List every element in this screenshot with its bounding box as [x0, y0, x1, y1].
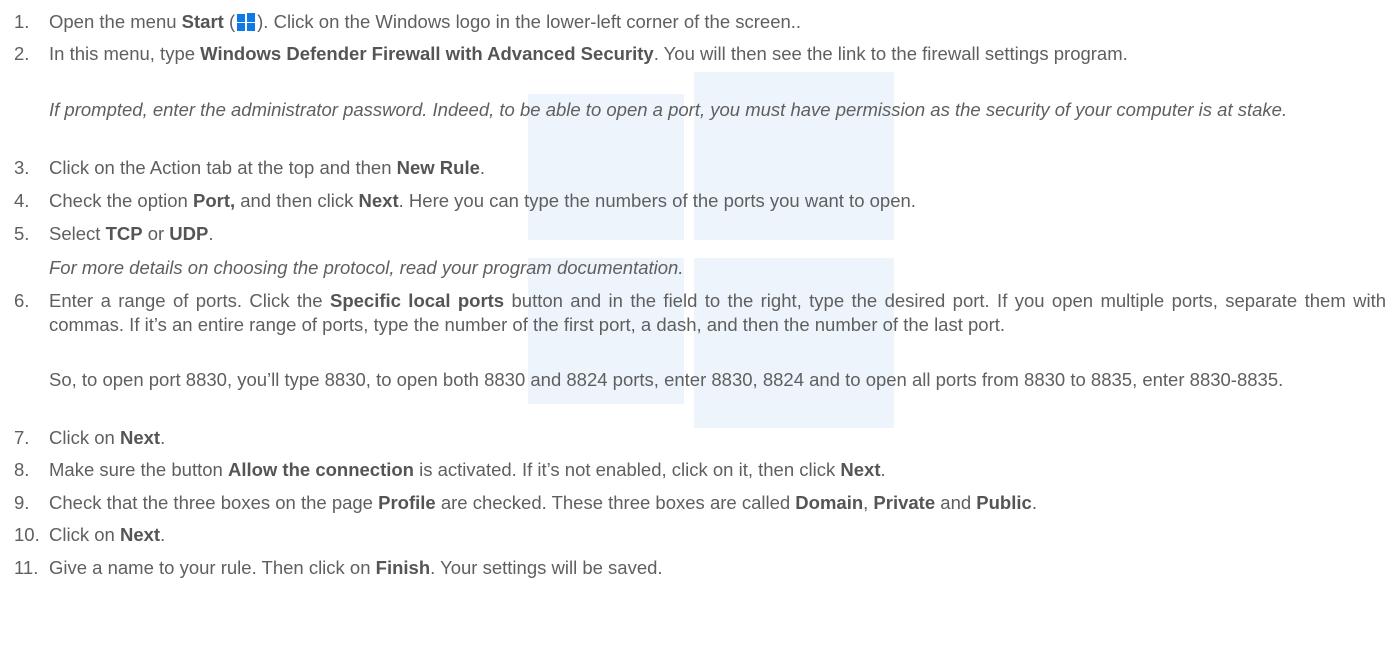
bold-term: Next — [119, 427, 161, 448]
step-8: 8. Make sure the button Allow the connec… — [14, 458, 1386, 482]
step-text-run: and then click — [235, 190, 359, 211]
bold-term: TCP — [105, 223, 143, 244]
step-text-run: Select — [49, 223, 106, 244]
step-number: 1. — [14, 11, 30, 32]
bold-term: New Rule — [396, 157, 480, 178]
bold-term: Port, — [192, 190, 236, 211]
step-number: 10. — [14, 524, 40, 545]
bold-term: Next — [840, 459, 881, 480]
step-number: 8. — [14, 459, 30, 480]
step-text: Select TCP or UDP. — [49, 222, 1386, 246]
step-10: 10. Click on Next. — [14, 523, 1386, 547]
step-text-run: Give a name to your rule. Then click on — [49, 557, 376, 578]
step-text-run: . — [1031, 492, 1037, 513]
bold-term: Allow the connection — [227, 459, 414, 480]
step-number: 7. — [14, 427, 30, 448]
bold-term: Next — [119, 524, 161, 545]
bold-term: Profile — [378, 492, 436, 513]
step-text-run: or — [142, 223, 170, 244]
step-text-run: . You will then see the link to the fire… — [653, 43, 1128, 64]
step-text-run: . — [160, 524, 166, 545]
step-number: 6. — [14, 290, 30, 311]
step-5: 5. Select TCP or UDP. — [14, 222, 1386, 246]
step-number: 2. — [14, 43, 30, 64]
bold-term: Specific local ports — [329, 290, 505, 311]
note-protocol: For more details on choosing the protoco… — [49, 257, 684, 278]
step-number: 9. — [14, 492, 30, 513]
step-text-run: . — [160, 427, 166, 448]
step-text: Give a name to your rule. Then click on … — [49, 556, 1386, 580]
step-text: Click on Next. — [49, 523, 1386, 547]
step-text: Check the option Port, and then click Ne… — [49, 189, 1386, 213]
step-text-run: In this menu, type — [49, 43, 201, 64]
step-text-run: ). Click on the Windows logo in the lowe… — [257, 11, 802, 32]
step-text-run: is activated. If it’s not enabled, click… — [413, 459, 841, 480]
step-number: 4. — [14, 190, 30, 211]
step-text: Check that the three boxes on the page P… — [49, 491, 1386, 515]
step-1: 1. Open the menu Start ( ). Click on the … — [14, 10, 1386, 34]
step-text-run: Check the option — [49, 190, 193, 211]
bold-term: Public — [976, 492, 1032, 513]
step-text-run: Enter a range of ports. Click the — [49, 290, 330, 311]
step-text: Open the menu Start ( ). Click on the Win… — [49, 10, 1386, 34]
step-text-run: . Here you can type the numbers of the p… — [398, 190, 916, 211]
step-text: In this menu, type Windows Defender Fire… — [49, 42, 1386, 66]
bold-term: Windows Defender Firewall with Advanced … — [200, 43, 654, 64]
step-6: 6. Enter a range of ports. Click the Spe… — [14, 289, 1386, 337]
step-text-run: Click on the Action tab at the top and t… — [49, 157, 397, 178]
step-text-run: , — [863, 492, 874, 513]
step-text-run: . — [880, 459, 886, 480]
step-text-run: Make sure the button — [49, 459, 228, 480]
step-3: 3. Click on the Action tab at the top an… — [14, 156, 1386, 180]
bold-term: Domain — [795, 492, 864, 513]
step-2: 2. In this menu, type Windows Defender F… — [14, 42, 1386, 66]
step-4: 4. Check the option Port, and then click… — [14, 189, 1386, 213]
step-text-run: . — [208, 223, 214, 244]
step-text-run: are checked. These three boxes are calle… — [435, 492, 796, 513]
bold-term: Private — [873, 492, 936, 513]
windows-logo-icon — [237, 13, 256, 31]
bold-term: Finish — [375, 557, 431, 578]
note-port-example: So, to open port 8830, you’ll type 8830,… — [49, 369, 1284, 390]
step-text: Click on the Action tab at the top and t… — [49, 156, 1386, 180]
step-text-run: . Your settings will be saved. — [430, 557, 663, 578]
step-text-run: Check that the three boxes on the page — [49, 492, 379, 513]
step-text: Enter a range of ports. Click the Specif… — [49, 289, 1386, 337]
step-text-run: ( — [223, 11, 236, 32]
step-text-run: Click on — [49, 524, 120, 545]
step-9: 9. Check that the three boxes on the pag… — [14, 491, 1386, 515]
bold-term: Next — [358, 190, 399, 211]
step-11: 11. Give a name to your rule. Then click… — [14, 556, 1386, 580]
step-text-run: and — [935, 492, 977, 513]
step-text-run: Open the menu — [49, 11, 182, 32]
step-number: 5. — [14, 223, 30, 244]
step-number: 11. — [14, 557, 39, 578]
note-admin-password: If prompted, enter the administrator pas… — [49, 99, 1288, 120]
step-7: 7. Click on Next. — [14, 426, 1386, 450]
bold-term: Start — [181, 11, 224, 32]
bold-term: UDP — [169, 223, 209, 244]
step-number: 3. — [14, 157, 30, 178]
step-text: Make sure the button Allow the connectio… — [49, 458, 1386, 482]
step-text: Click on Next. — [49, 426, 1386, 450]
step-text-run: Click on — [49, 427, 120, 448]
step-text-run: . — [479, 157, 486, 178]
